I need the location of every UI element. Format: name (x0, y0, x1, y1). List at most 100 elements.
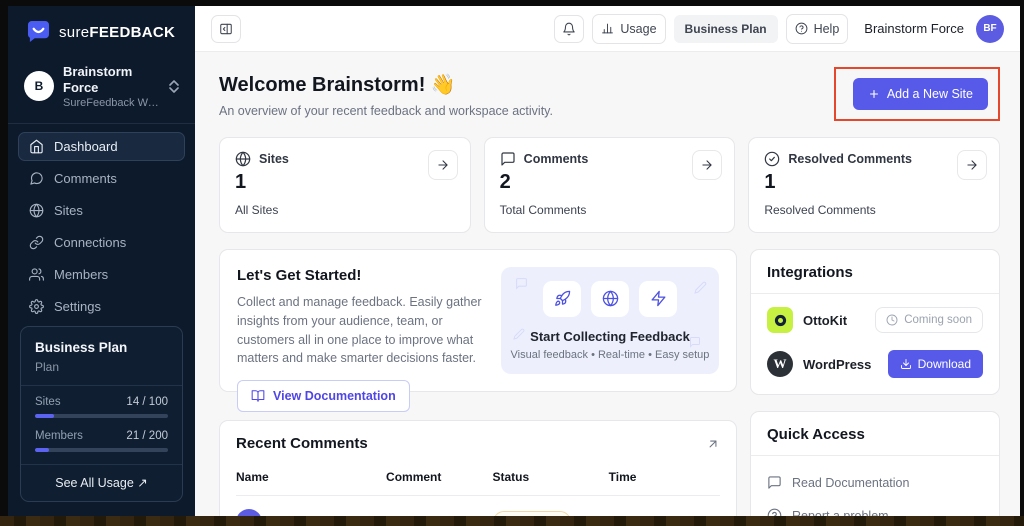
gear-icon (29, 299, 44, 314)
page-subtitle: An overview of your recent feedback and … (219, 104, 553, 118)
get-started-body: Collect and manage feedback. Easily gath… (237, 293, 487, 368)
go-to-sites-button[interactable] (428, 150, 458, 180)
deco-pencil-icon (694, 281, 707, 294)
deco-pencil-icon (513, 328, 525, 340)
home-icon (29, 139, 44, 154)
read-documentation-link[interactable]: Read Documentation (751, 466, 999, 499)
comments-count: 2 (500, 171, 720, 194)
recent-comments-card: Recent Comments Name Comment Status Time (219, 420, 737, 516)
quick-access-card: Quick Access Read Documentation Report a… (750, 411, 1000, 516)
illustration-subtitle: Visual feedback • Real-time • Easy setup (511, 349, 710, 361)
ottokit-icon (767, 307, 793, 333)
resolved-count: 1 (764, 171, 984, 194)
sites-count: 1 (235, 171, 455, 194)
download-icon (900, 358, 912, 370)
members-progress-bar (35, 448, 168, 452)
chat-bubble-icon (29, 171, 44, 186)
notifications-button[interactable] (554, 15, 584, 43)
integration-ottokit: OttoKit Coming soon (751, 294, 999, 346)
integrations-card: Integrations OttoKit Coming soon (750, 249, 1000, 395)
sidebar-item-connections[interactable]: Connections (18, 228, 185, 257)
sidebar-item-comments[interactable]: Comments (18, 164, 185, 193)
get-started-card: Let's Get Started! Collect and manage fe… (219, 249, 737, 392)
deco-chat-icon (515, 277, 528, 290)
illustration-title: Start Collecting Feedback (530, 329, 690, 344)
recent-comments-title: Recent Comments (236, 435, 368, 452)
table-header-row: Name Comment Status Time (236, 464, 720, 496)
sidebar-nav: Dashboard Comments Sites Connections Mem… (8, 132, 195, 324)
sidebar-item-settings[interactable]: Settings (18, 292, 185, 321)
usage-members: Members21 / 200 (35, 430, 168, 442)
stat-card-resolved: Resolved Comments 1 Resolved Comments (748, 137, 1000, 233)
recent-comments-table: Name Comment Status Time BF Brainstorm F… (220, 464, 736, 516)
brand-logo: sureFEEDBACK (8, 6, 195, 56)
workspace-name: Brainstorm Force (63, 64, 160, 97)
globe-icon (235, 151, 251, 167)
integrations-title: Integrations (767, 264, 853, 281)
add-new-site-button[interactable]: Add a New Site (853, 78, 988, 110)
clock-icon (886, 314, 898, 326)
wordpress-icon: W (767, 351, 793, 377)
chevron-up-down-icon (169, 80, 179, 93)
feedback-illustration: Start Collecting Feedback Visual feedbac… (501, 267, 719, 374)
plus-icon (868, 88, 880, 100)
surefeedback-logo-icon (26, 21, 51, 43)
stat-card-comments: Comments 2 Total Comments (484, 137, 736, 233)
page-title: Welcome Brainstorm! 👋 (219, 72, 553, 97)
arrow-right-icon (436, 158, 450, 172)
download-wordpress-button[interactable]: Download (888, 350, 983, 378)
stat-card-sites: Sites 1 All Sites (219, 137, 471, 233)
open-external-icon[interactable] (706, 437, 720, 451)
usage-button[interactable]: Usage (592, 14, 665, 44)
arrow-right-icon (700, 158, 714, 172)
workspace-subtitle: SureFeedback Websi... (63, 97, 160, 109)
workspace-avatar: B (24, 71, 54, 101)
collapse-sidebar-button[interactable] (211, 15, 241, 43)
dashboard-content: Welcome Brainstorm! 👋 An overview of you… (195, 52, 1020, 516)
usage-sites: Sites14 / 100 (35, 396, 168, 408)
bell-icon (562, 22, 576, 36)
help-button[interactable]: Help (786, 14, 849, 44)
topbar: Usage Business Plan Help Brainstorm Forc… (195, 6, 1020, 52)
plan-usage-card: Business Plan Plan Sites14 / 100 Members… (20, 326, 183, 502)
sidebar-item-dashboard[interactable]: Dashboard (18, 132, 185, 161)
check-circle-icon (764, 151, 780, 167)
integration-wordpress: W WordPress Download (751, 346, 999, 394)
quick-access-title: Quick Access (767, 426, 865, 443)
report-problem-link[interactable]: Report a problem (751, 499, 999, 516)
sidebar-divider (8, 123, 195, 124)
sidebar-item-sites[interactable]: Sites (18, 196, 185, 225)
deco-chat-icon (689, 336, 701, 348)
comment-author-avatar: BF (236, 509, 262, 516)
globe-icon (591, 281, 629, 317)
wave-emoji: 👋 (431, 74, 456, 96)
get-started-title: Let's Get Started! (237, 267, 487, 284)
bolt-icon (639, 281, 677, 317)
chat-square-icon (767, 475, 782, 490)
question-circle-icon (795, 22, 808, 35)
workspace-switcher[interactable]: B Brainstorm Force SureFeedback Websi... (8, 56, 195, 123)
view-documentation-button[interactable]: View Documentation (237, 380, 410, 412)
go-to-comments-button[interactable] (692, 150, 722, 180)
account-avatar[interactable]: BF (976, 15, 1004, 43)
go-to-resolved-button[interactable] (957, 150, 987, 180)
arrow-right-icon (965, 158, 979, 172)
account-name: Brainstorm Force (864, 21, 964, 36)
sites-progress-bar (35, 414, 168, 418)
rocket-icon (543, 281, 581, 317)
annotation-highlight-box: Add a New Site (834, 67, 1000, 121)
plan-badge[interactable]: Business Plan (674, 15, 778, 43)
table-row[interactable]: BF Brainstorm Force change the image In … (236, 496, 720, 516)
plan-title: Business Plan (35, 340, 168, 355)
book-icon (251, 389, 265, 403)
globe-icon (29, 203, 44, 218)
sidebar: sureFEEDBACK B Brainstorm Force SureFeed… (8, 6, 195, 516)
stats-row: Sites 1 All Sites Comments (219, 137, 1000, 233)
link-icon (29, 235, 44, 250)
see-all-usage-link[interactable]: See All Usage ↗ (21, 464, 182, 501)
bar-chart-icon (601, 22, 614, 35)
users-icon (29, 267, 44, 282)
brand-wordmark: sureFEEDBACK (59, 24, 175, 41)
desktop-background-strip (0, 516, 1024, 526)
sidebar-item-members[interactable]: Members (18, 260, 185, 289)
